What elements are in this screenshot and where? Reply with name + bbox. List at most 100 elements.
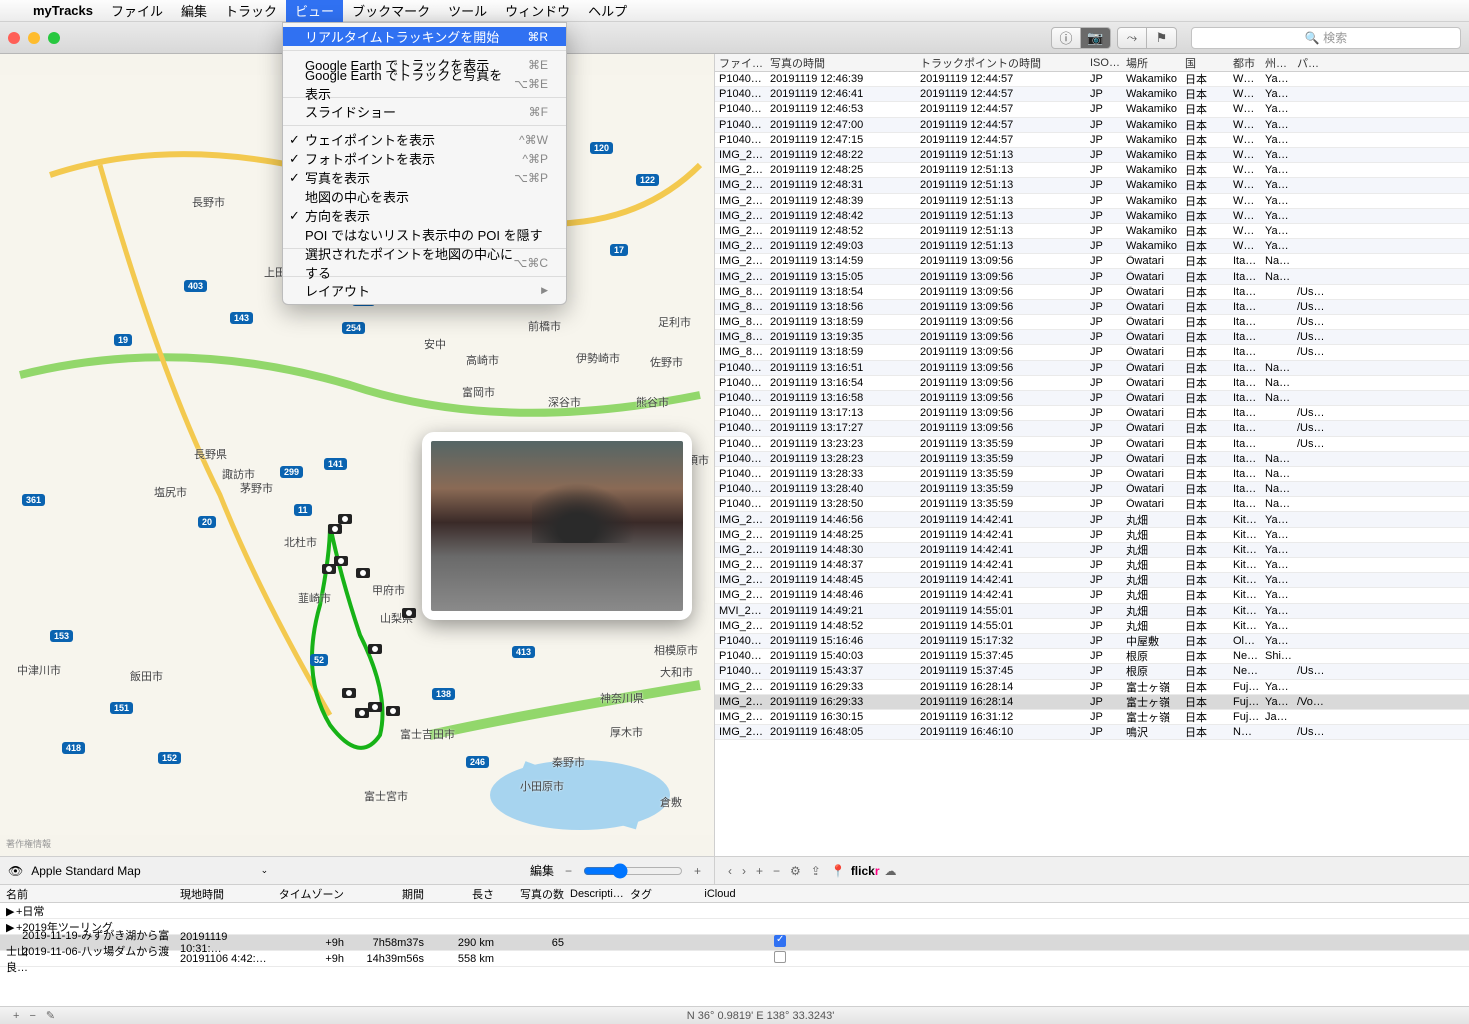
menu-ブックマーク[interactable]: ブックマーク — [343, 0, 439, 22]
track-row[interactable]: 2019-11-06-八ッ場ダムから渡良…20191106 4:42:…+9h1… — [0, 951, 1469, 967]
col-header[interactable]: 長さ — [430, 886, 500, 902]
menu-ヘルプ[interactable]: ヘルプ — [579, 0, 636, 22]
photo-point-icon[interactable] — [368, 644, 382, 654]
prev-button[interactable]: ‹ — [723, 864, 737, 878]
icloud-checkbox[interactable] — [774, 935, 786, 947]
maximize-window-button[interactable] — [48, 32, 60, 44]
col-header[interactable]: タグ — [630, 886, 690, 902]
table-row[interactable]: IMG_24…20191119 14:46:5620191119 14:42:4… — [715, 512, 1469, 527]
table-row[interactable]: IMG_24…20191119 14:48:3720191119 14:42:4… — [715, 558, 1469, 573]
map-provider-select[interactable]: Apple Standard Map⌄ — [31, 864, 268, 878]
menu-編集[interactable]: 編集 — [172, 0, 216, 22]
col-header[interactable]: 州… — [1265, 55, 1297, 71]
menu-item[interactable]: 地図の中心を表示 — [283, 187, 566, 206]
table-row[interactable]: P1040…20191119 13:28:3320191119 13:35:59… — [715, 467, 1469, 482]
share-button[interactable]: ⇪ — [806, 864, 826, 878]
menu-item[interactable]: Google Earth でトラックと写真を表示⌥⌘E — [283, 74, 566, 93]
col-header[interactable]: 現地時間 — [180, 886, 270, 902]
table-row[interactable]: P1040…20191119 15:40:0320191119 15:37:45… — [715, 649, 1469, 664]
table-row[interactable]: P1040…20191119 13:28:2320191119 13:35:59… — [715, 452, 1469, 467]
col-header[interactable]: 都市 — [1233, 55, 1265, 71]
col-header[interactable]: トラックポイントの時間 — [920, 55, 1090, 71]
col-header[interactable]: 期間 — [350, 886, 430, 902]
add-track-button[interactable]: + — [8, 1010, 24, 1022]
col-header[interactable]: 国 — [1185, 55, 1233, 71]
table-row[interactable]: IMG_24…20191119 12:48:2520191119 12:51:1… — [715, 163, 1469, 178]
menu-item[interactable]: ✓写真を表示⌥⌘P — [283, 168, 566, 187]
menu-item[interactable]: リアルタイムトラッキングを開始⌘R — [283, 27, 566, 46]
photo-point-icon[interactable] — [328, 524, 342, 534]
route-button[interactable]: ⤳ — [1117, 27, 1147, 49]
table-row[interactable]: P1040…20191119 12:47:0020191119 12:44:57… — [715, 118, 1469, 133]
menu-item[interactable]: ✓フォトポイントを表示^⌘P — [283, 149, 566, 168]
table-row[interactable]: IMG_24…20191119 16:29:3320191119 16:28:1… — [715, 680, 1469, 695]
col-header[interactable]: ISO… — [1090, 57, 1126, 69]
table-row[interactable]: IMG_24…20191119 13:14:5920191119 13:09:5… — [715, 254, 1469, 269]
menu-item[interactable]: 選択されたポイントを地図の中心にする⌥⌘C — [283, 253, 566, 272]
photo-point-icon[interactable] — [356, 568, 370, 578]
menu-ツール[interactable]: ツール — [439, 0, 496, 22]
col-header[interactable]: 名前 — [0, 886, 180, 902]
icloud-checkbox[interactable] — [774, 951, 786, 963]
menu-ファイル[interactable]: ファイル — [102, 0, 172, 22]
table-row[interactable]: P1040…20191119 13:16:5120191119 13:09:56… — [715, 361, 1469, 376]
table-row[interactable]: P1040…20191119 15:16:4620191119 15:17:32… — [715, 634, 1469, 649]
photo-point-icon[interactable] — [368, 702, 382, 712]
table-row[interactable]: P1040…20191119 13:16:5420191119 13:09:56… — [715, 376, 1469, 391]
col-header[interactable]: 写真の数 — [500, 886, 570, 902]
remove-photo-button[interactable]: − — [768, 864, 785, 878]
table-row[interactable]: IMG_24…20191119 12:48:3120191119 12:51:1… — [715, 178, 1469, 193]
table-row[interactable]: IMG_24…20191119 12:48:5220191119 12:51:1… — [715, 224, 1469, 239]
menu-item[interactable]: POI ではないリスト表示中の POI を隠す — [283, 225, 566, 244]
map-edit-label[interactable]: 編集 — [530, 862, 554, 879]
track-row[interactable]: 2019-11-19-みずがき湖から富士山20191119 10:31:…+9h… — [0, 935, 1469, 951]
table-row[interactable]: P1040…20191119 12:46:4120191119 12:44:57… — [715, 87, 1469, 102]
table-row[interactable]: IMG_24…20191119 16:29:3320191119 16:28:1… — [715, 695, 1469, 710]
table-row[interactable]: P1040…20191119 13:23:2320191119 13:35:59… — [715, 437, 1469, 452]
table-row[interactable]: P1040…20191119 13:28:4020191119 13:35:59… — [715, 482, 1469, 497]
col-header[interactable]: iCloud — [690, 888, 750, 900]
pin-button[interactable]: 📍 — [826, 864, 851, 878]
menu-ウィンドウ[interactable]: ウィンドウ — [496, 0, 579, 22]
table-header[interactable]: ファイル名写真の時間トラックポイントの時間ISO…場所国都市州…パ… — [715, 54, 1469, 72]
photo-point-icon[interactable] — [342, 688, 356, 698]
table-row[interactable]: IMG_85…20191119 13:18:5920191119 13:09:5… — [715, 315, 1469, 330]
table-row[interactable]: IMG_85…20191119 13:18:5920191119 13:09:5… — [715, 345, 1469, 360]
table-row[interactable]: IMG_24…20191119 12:48:3920191119 12:51:1… — [715, 194, 1469, 209]
col-header[interactable]: 写真の時間 — [770, 55, 920, 71]
camera-button[interactable]: 📷 — [1081, 27, 1111, 49]
table-row[interactable]: IMG_24…20191119 14:48:5220191119 14:55:0… — [715, 619, 1469, 634]
menu-app[interactable]: myTracks — [24, 0, 102, 22]
table-row[interactable]: IMG_24…20191119 16:30:1520191119 16:31:1… — [715, 710, 1469, 725]
photo-point-icon[interactable] — [402, 608, 416, 618]
photo-point-icon[interactable] — [386, 706, 400, 716]
flag-button[interactable]: ⚑ — [1147, 27, 1177, 49]
table-row[interactable]: IMG_24…20191119 12:48:4220191119 12:51:1… — [715, 209, 1469, 224]
zoom-out-button[interactable]: − — [560, 864, 577, 878]
table-row[interactable]: P1040…20191119 12:46:5320191119 12:44:57… — [715, 102, 1469, 117]
cloud-button[interactable]: ☁ — [880, 864, 902, 878]
table-row[interactable]: IMG_24…20191119 16:48:0520191119 16:46:1… — [715, 725, 1469, 740]
photo-point-icon[interactable] — [322, 564, 336, 574]
menu-item[interactable]: ✓方向を表示 — [283, 206, 566, 225]
menu-item[interactable]: スライドショー⌘F — [283, 102, 566, 121]
table-row[interactable]: MVI_24…20191119 14:49:2120191119 14:55:0… — [715, 604, 1469, 619]
minimize-window-button[interactable] — [28, 32, 40, 44]
table-row[interactable]: P1040…20191119 13:17:1320191119 13:09:56… — [715, 406, 1469, 421]
table-row[interactable]: P1040…20191119 13:16:5820191119 13:09:56… — [715, 391, 1469, 406]
search-input[interactable]: 🔍 検索 — [1191, 27, 1461, 49]
table-row[interactable]: P1040…20191119 13:28:5020191119 13:35:59… — [715, 497, 1469, 512]
edit-track-button[interactable]: ✎ — [41, 1009, 60, 1022]
table-row[interactable]: IMG_85…20191119 13:18:5420191119 13:09:5… — [715, 285, 1469, 300]
flickr-button[interactable]: flickr — [851, 864, 880, 878]
eye-icon[interactable]: 👁 — [8, 864, 23, 878]
table-row[interactable]: P1040…20191119 12:47:1520191119 12:44:57… — [715, 133, 1469, 148]
table-row[interactable]: IMG_24…20191119 14:48:3020191119 14:42:4… — [715, 543, 1469, 558]
table-row[interactable]: P1040…20191119 13:17:2720191119 13:09:56… — [715, 421, 1469, 436]
col-header[interactable]: Descripti… — [570, 888, 630, 900]
col-header[interactable]: 場所 — [1126, 55, 1185, 71]
table-row[interactable]: IMG_24…20191119 12:49:0320191119 12:51:1… — [715, 239, 1469, 254]
col-header[interactable]: タイムゾーン — [270, 886, 350, 902]
table-row[interactable]: IMG_24…20191119 13:15:0520191119 13:09:5… — [715, 269, 1469, 284]
table-row[interactable]: IMG_24…20191119 14:48:2520191119 14:42:4… — [715, 528, 1469, 543]
